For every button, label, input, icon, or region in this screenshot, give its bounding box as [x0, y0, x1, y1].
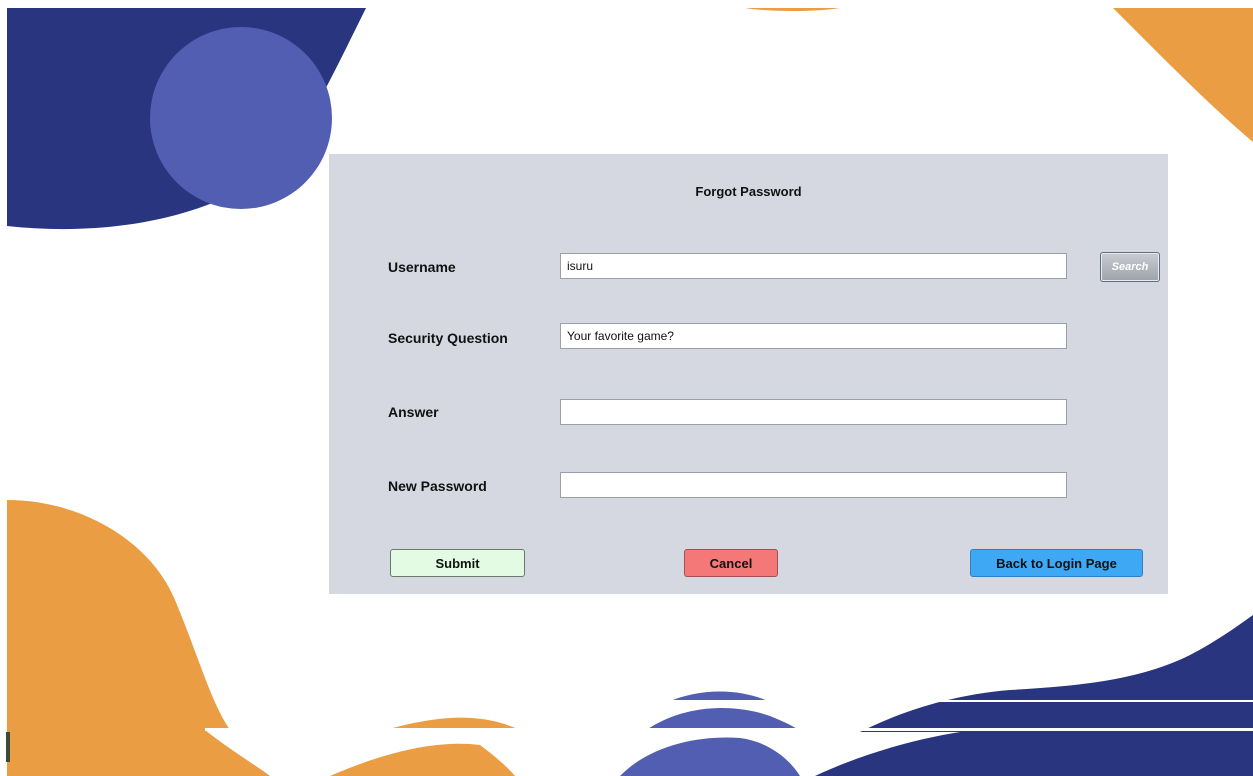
- answer-label: Answer: [388, 404, 439, 420]
- orange-blob-bottom-left: [7, 500, 230, 730]
- answer-input[interactable]: [560, 399, 1067, 425]
- forgot-password-window: Forgot Password Username Search Security…: [0, 0, 1253, 776]
- indigo-arc-middle: [645, 708, 800, 731]
- search-button[interactable]: Search: [1100, 252, 1160, 282]
- orange-blob-top-right: [1113, 8, 1253, 142]
- orange-sliver-top: [745, 8, 840, 11]
- cancel-button[interactable]: Cancel: [684, 549, 778, 577]
- new-password-label: New Password: [388, 478, 487, 494]
- indigo-arc-lower: [620, 737, 800, 776]
- orange-wave-bottom-2: [330, 743, 515, 776]
- window-left-edge-mark: [6, 732, 10, 762]
- form-title: Forgot Password: [695, 184, 802, 199]
- username-label: Username: [388, 259, 456, 275]
- submit-button[interactable]: Submit: [390, 549, 525, 577]
- back-to-login-button[interactable]: Back to Login Page: [970, 549, 1143, 577]
- orange-blob-bottom-left-lower: [7, 730, 270, 776]
- forgot-password-panel: Forgot Password Username Search Security…: [329, 154, 1168, 594]
- new-password-input[interactable]: [560, 472, 1067, 498]
- window-left-edge: [0, 0, 7, 776]
- navy-blob-bottom-right: [815, 615, 1253, 776]
- indigo-circle: [150, 27, 332, 209]
- security-question-label: Security Question: [388, 330, 508, 346]
- security-question-input[interactable]: [560, 323, 1067, 349]
- username-input[interactable]: [560, 253, 1067, 279]
